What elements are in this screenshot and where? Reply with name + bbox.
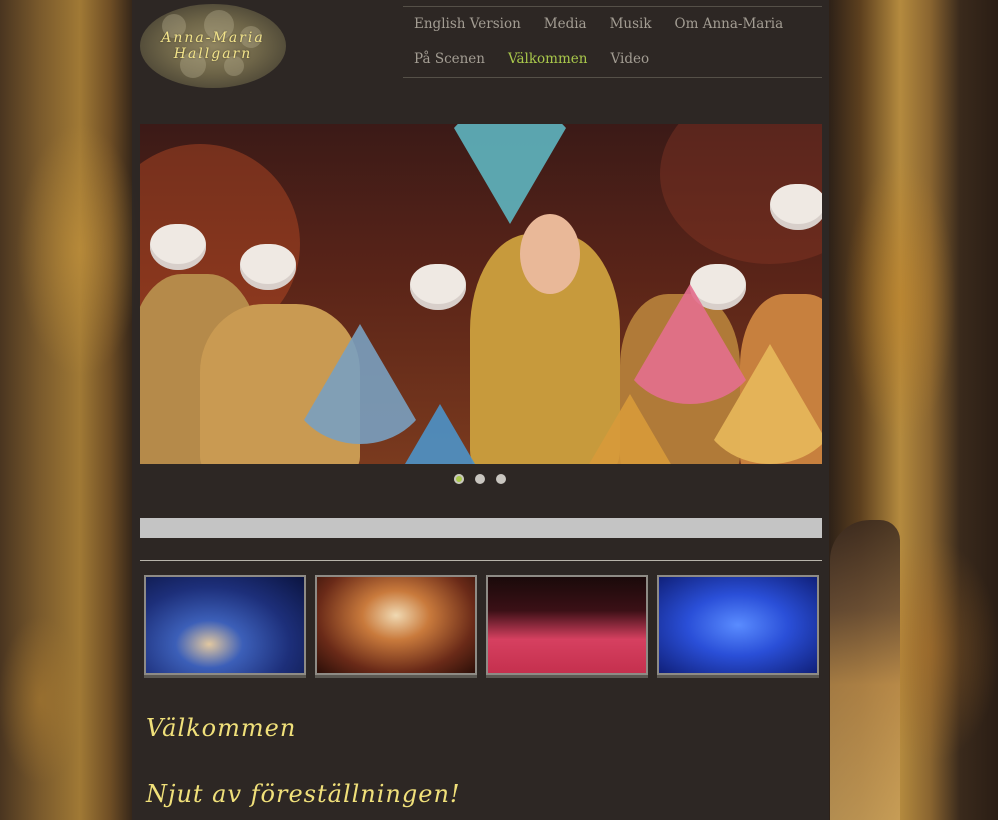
nav-item-pa-scenen[interactable]: På Scenen [414,51,485,67]
thumbnail-image [659,577,817,673]
theater-mask [240,244,296,290]
thumbnail-gallery [144,575,819,675]
logo-name-line-2: Hallgarn [173,46,253,62]
thumbnail-image [317,577,475,673]
nav-item-english-version[interactable]: English Version [414,16,521,32]
page-subtitle: Njut av föreställningen! [146,780,461,808]
thumbnail-image [146,577,304,673]
decorative-fan [440,124,580,224]
background-performer-figure [830,520,900,820]
thumbnail-image [488,577,646,673]
gray-banner-bar [140,518,822,538]
thumbnail-3[interactable] [486,575,648,675]
nav-row-1: English Version Media Musik Om Anna-Mari… [403,16,795,32]
thumbnail-2[interactable] [315,575,477,675]
slide-dot-2[interactable] [475,474,485,484]
nav-item-om-anna-maria[interactable]: Om Anna-Maria [675,16,784,32]
slideshow-pagination [454,474,517,484]
thumbnail-4[interactable] [657,575,819,675]
page-title: Välkommen [146,714,297,742]
slide-dot-1[interactable] [454,474,464,484]
nav-item-musik[interactable]: Musik [610,16,652,32]
nav-row-2: På Scenen Välkommen Video [403,51,661,67]
nav-item-media[interactable]: Media [544,16,587,32]
hero-slideshow-image[interactable] [140,124,822,464]
thumbnail-1[interactable] [144,575,306,675]
lead-performer-face [520,214,580,294]
slide-dot-3[interactable] [496,474,506,484]
theater-mask [150,224,206,270]
theater-mask [410,264,466,310]
nav-item-video[interactable]: Video [610,51,649,67]
theater-mask [770,184,822,230]
nav-item-valkommen[interactable]: Välkommen [508,51,587,67]
logo-name-line-1: Anna-Maria [161,30,265,46]
section-divider [140,560,822,561]
main-navigation: English Version Media Musik Om Anna-Mari… [403,6,822,78]
site-logo[interactable]: Anna-Maria Hallgarn [140,4,286,88]
